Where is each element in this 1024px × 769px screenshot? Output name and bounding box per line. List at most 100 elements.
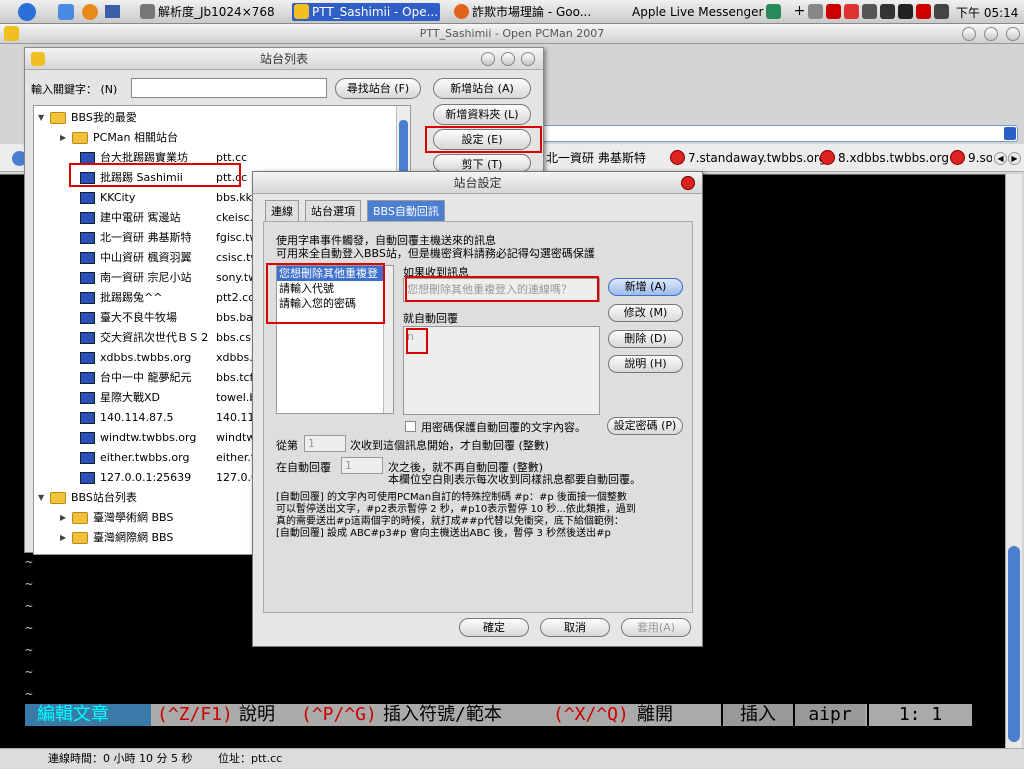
battery-icon[interactable] [898, 4, 913, 19]
tree-site[interactable]: 批踢踢兔^^ [80, 289, 162, 307]
from-count-input[interactable]: 1 [304, 435, 346, 452]
main-window-title: PTT_Sashimii - Open PCMan 2007 [0, 24, 1024, 44]
tree-site[interactable]: 北一資研 弗基斯特 [80, 229, 192, 247]
chat-icon[interactable] [844, 4, 859, 19]
dropdown-arrow-icon[interactable] [1004, 127, 1016, 140]
plus-icon[interactable]: + [792, 4, 807, 19]
tree-item-host: ptt2.cc [216, 291, 255, 304]
dialog-titlebar[interactable]: 站台設定 [253, 172, 702, 194]
status-exit-key: (^X/^Q) [553, 704, 629, 725]
help-button[interactable]: 說明 (H) [608, 355, 683, 373]
taskbar-item-firefox[interactable]: 詐欺市場理論 - Goo... [452, 3, 598, 21]
cancel-button[interactable]: 取消 [540, 618, 610, 637]
delete-button[interactable]: 刪除 (D) [608, 330, 683, 348]
network-icon[interactable] [808, 4, 823, 19]
tree-site[interactable]: 交大資訊次世代ＢＳ２ [80, 329, 210, 347]
highlight-sashimii [69, 163, 241, 187]
favorite-item[interactable]: 9.so [948, 148, 992, 168]
browser-icon[interactable] [82, 4, 98, 20]
tree-site[interactable]: 星際大戰XD [80, 389, 160, 407]
speaker-icon[interactable] [880, 4, 895, 19]
scroll-right-icon[interactable]: ▶ [1008, 152, 1021, 165]
scroll-left-icon[interactable]: ◀ [994, 152, 1007, 165]
display-icon[interactable] [934, 4, 949, 19]
terminal-line: ~ [25, 687, 33, 702]
tree-site[interactable]: 南一資研 宗尼小站 [80, 269, 192, 287]
protect-checkbox[interactable] [405, 421, 416, 432]
minimize-button[interactable] [481, 52, 495, 66]
add-site-button[interactable]: 新增站台 (A) [433, 78, 531, 99]
tree-site[interactable]: KKCity [80, 189, 135, 207]
tree-folder[interactable]: ▼ BBS站台列表 [38, 489, 137, 507]
maximize-button[interactable] [984, 27, 998, 41]
search-site-button[interactable]: 尋找站台 (F) [335, 78, 421, 99]
tree-site[interactable]: xdbbs.twbbs.org [80, 349, 191, 367]
maximize-button[interactable] [501, 52, 515, 66]
tab-site-options[interactable]: 站台選項 [305, 200, 361, 221]
close-icon[interactable] [681, 176, 695, 190]
modify-button[interactable]: 修改 (M) [608, 304, 683, 322]
clock[interactable]: 下午 05:14 [956, 4, 1018, 21]
tree-site[interactable]: 台中一中 龍夢紀元 [80, 369, 192, 387]
tree-item-label: 台中一中 龍夢紀元 [100, 371, 192, 384]
window-icon[interactable] [105, 5, 120, 18]
tree-item-label: xdbbs.twbbs.org [100, 351, 192, 364]
tree-site[interactable]: either.twbbs.org [80, 449, 189, 467]
tree-folder[interactable]: ▶ PCMan 相關站台 [60, 129, 178, 147]
favorite-item[interactable]: 8.xdbbs.twbbs.org [818, 148, 949, 168]
notes-icon[interactable] [766, 4, 781, 19]
tab-auto-reply[interactable]: BBS自動回訊 [367, 200, 445, 221]
keyword-label: 輸入關鍵字： (N) [31, 83, 118, 96]
tree-folder[interactable]: ▶ 臺灣網際網 BBS [60, 529, 173, 547]
tree-item-label: BBS站台列表 [71, 491, 137, 504]
collapsed-arrow-icon[interactable]: ▶ [60, 509, 66, 527]
close-button[interactable] [521, 52, 535, 66]
collapsed-arrow-icon[interactable]: ▶ [60, 129, 66, 147]
tree-folder[interactable]: ▼ BBS我的最愛 [38, 109, 137, 127]
keyword-input[interactable] [131, 78, 327, 98]
apple-menu-icon[interactable] [18, 3, 36, 21]
tree-site[interactable]: 127.0.0.1:25639 [80, 469, 191, 487]
cut-button[interactable]: 剪下 (T) [433, 154, 531, 172]
terminal-line: ~ [25, 643, 33, 658]
favorite-item[interactable]: 7.standaway.twbbs.org [668, 148, 826, 168]
finder-icon[interactable] [58, 4, 74, 20]
scrollbar-thumb[interactable] [1008, 546, 1020, 742]
site-list-titlebar[interactable]: 站台列表 [25, 48, 543, 70]
filezilla-icon[interactable] [826, 4, 841, 19]
tree-site[interactable]: 140.114.87.5 [80, 409, 173, 427]
terminal-scrollbar[interactable] [1005, 174, 1022, 748]
volume-icon[interactable] [862, 4, 877, 19]
tree-site[interactable]: 臺大不良牛牧場 [80, 309, 177, 327]
minimize-button[interactable] [962, 27, 976, 41]
set-password-button[interactable]: 設定密碼 (P) [607, 417, 683, 435]
terminal-line: ~ [25, 599, 33, 614]
after-count-input[interactable]: 1 [341, 457, 383, 474]
expanded-arrow-icon[interactable]: ▼ [38, 489, 44, 507]
tree-item-label: 北一資研 弗基斯特 [100, 231, 192, 244]
taskbar-item-resolution[interactable]: 解析度_Jb1024×768 [138, 3, 288, 21]
reply-textarea[interactable]: n [403, 326, 600, 415]
apply-button[interactable]: 套用(A) [621, 618, 691, 637]
monitor-icon [80, 372, 95, 384]
tree-item-label: 127.0.0.1:25639 [100, 471, 192, 484]
collapsed-arrow-icon[interactable]: ▶ [60, 529, 66, 547]
taskbar-item-messenger[interactable]: Apple Live Messenger [612, 3, 772, 21]
flag-icon[interactable] [916, 4, 931, 19]
expanded-arrow-icon[interactable]: ▼ [38, 109, 44, 127]
tree-site[interactable]: windtw.twbbs.org [80, 429, 196, 447]
tree-site[interactable]: 中山資研 楓資羽翼 [80, 249, 192, 267]
ok-button[interactable]: 確定 [459, 618, 529, 637]
taskbar-item-pcman[interactable]: PTT_Sashimii - Ope... [292, 3, 440, 21]
document-icon [140, 4, 155, 19]
tab-connection[interactable]: 連線 [265, 200, 299, 221]
from-suffix: 次收到這個訊息開始，才自動回覆 (整數) [350, 439, 550, 452]
tree-site[interactable]: 建中電研 寯邊站 [80, 209, 181, 227]
close-button[interactable] [1006, 27, 1020, 41]
add-folder-button[interactable]: 新增資料夾 (L) [433, 104, 531, 125]
tree-folder[interactable]: ▶ 臺灣學術網 BBS [60, 509, 173, 527]
add-button[interactable]: 新增 (A) [608, 278, 683, 296]
favorite-item[interactable]: 北一資研 弗基斯特 [546, 148, 646, 168]
tree-item-label: KKCity [100, 191, 136, 204]
monitor-icon [80, 412, 95, 424]
